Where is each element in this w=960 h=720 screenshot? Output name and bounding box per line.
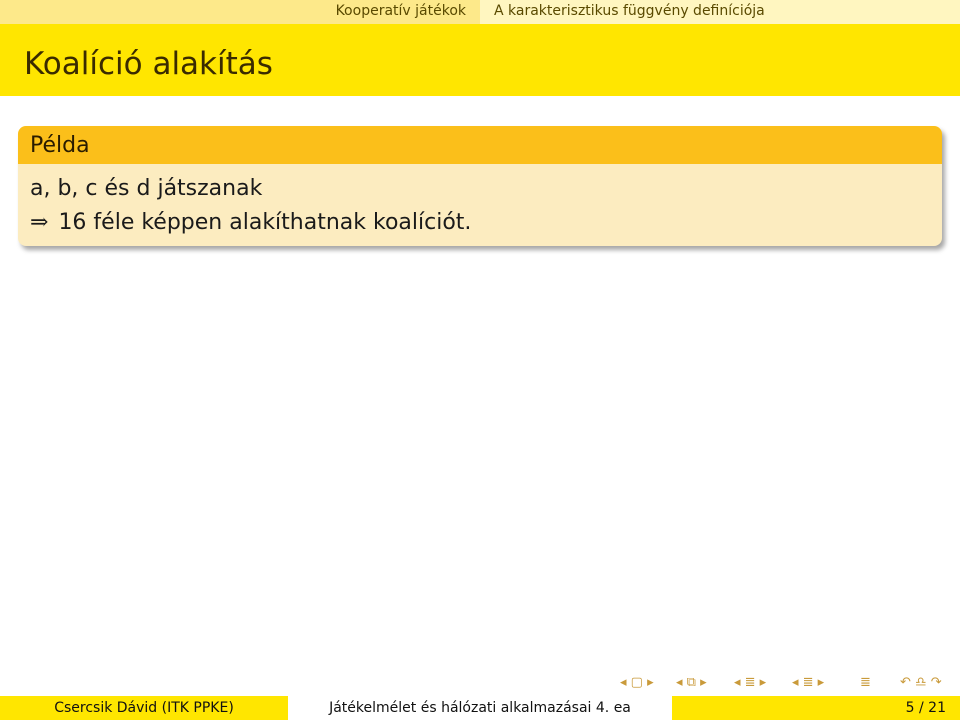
implies-symbol: ⇒ [30,210,49,235]
footer-page-number: 5 / 21 [672,696,960,720]
subsection-list-nav-icon[interactable]: ◂ ≣ ▸ [792,675,824,693]
block-body: a, b, c és d játszanak ⇒ 16 féle képpen a… [18,164,942,240]
footer-title: Játékelmélet és hálózati alkalmazásai 4.… [288,696,672,720]
document-nav-icon[interactable]: ≣ [860,675,871,693]
search-nav-icon[interactable]: ↶ ♎ ↷ [900,675,942,693]
frame-title: Koalíció alakítás [24,46,273,82]
nav-section-link[interactable]: Kooperatív játékok [336,3,466,19]
block-title: Példa [18,126,942,164]
footer: Csercsik Dávid (ITK PPKE) Játékelmélet é… [0,696,960,720]
subsection-nav-icon[interactable]: ◂ ⧉ ▸ [676,675,707,693]
section-nav-icon[interactable]: ◂ ≣ ▸ [734,675,766,693]
footer-author: Csercsik Dávid (ITK PPKE) [0,696,288,720]
frame-nav-icon[interactable]: ◂ ▢ ▸ [620,675,654,693]
frame-title-bar: Koalíció alakítás [0,24,960,96]
top-navigation-bar: Kooperatív játékok A karakterisztikus fü… [0,0,960,24]
block-line-1: a, b, c és d játszanak [30,176,263,201]
block-line-2: ⇒ 16 féle képpen alakíthatnak koalíciót. [30,206,942,240]
nav-subsection-link[interactable]: A karakterisztikus függvény definíciója [494,3,765,19]
example-block: Példa a, b, c és d játszanak ⇒ 16 féle ké… [18,126,942,246]
block-line-2-text: 16 féle képpen alakíthatnak koalíciót. [58,210,472,235]
page-number: 5 / 21 [905,700,946,716]
